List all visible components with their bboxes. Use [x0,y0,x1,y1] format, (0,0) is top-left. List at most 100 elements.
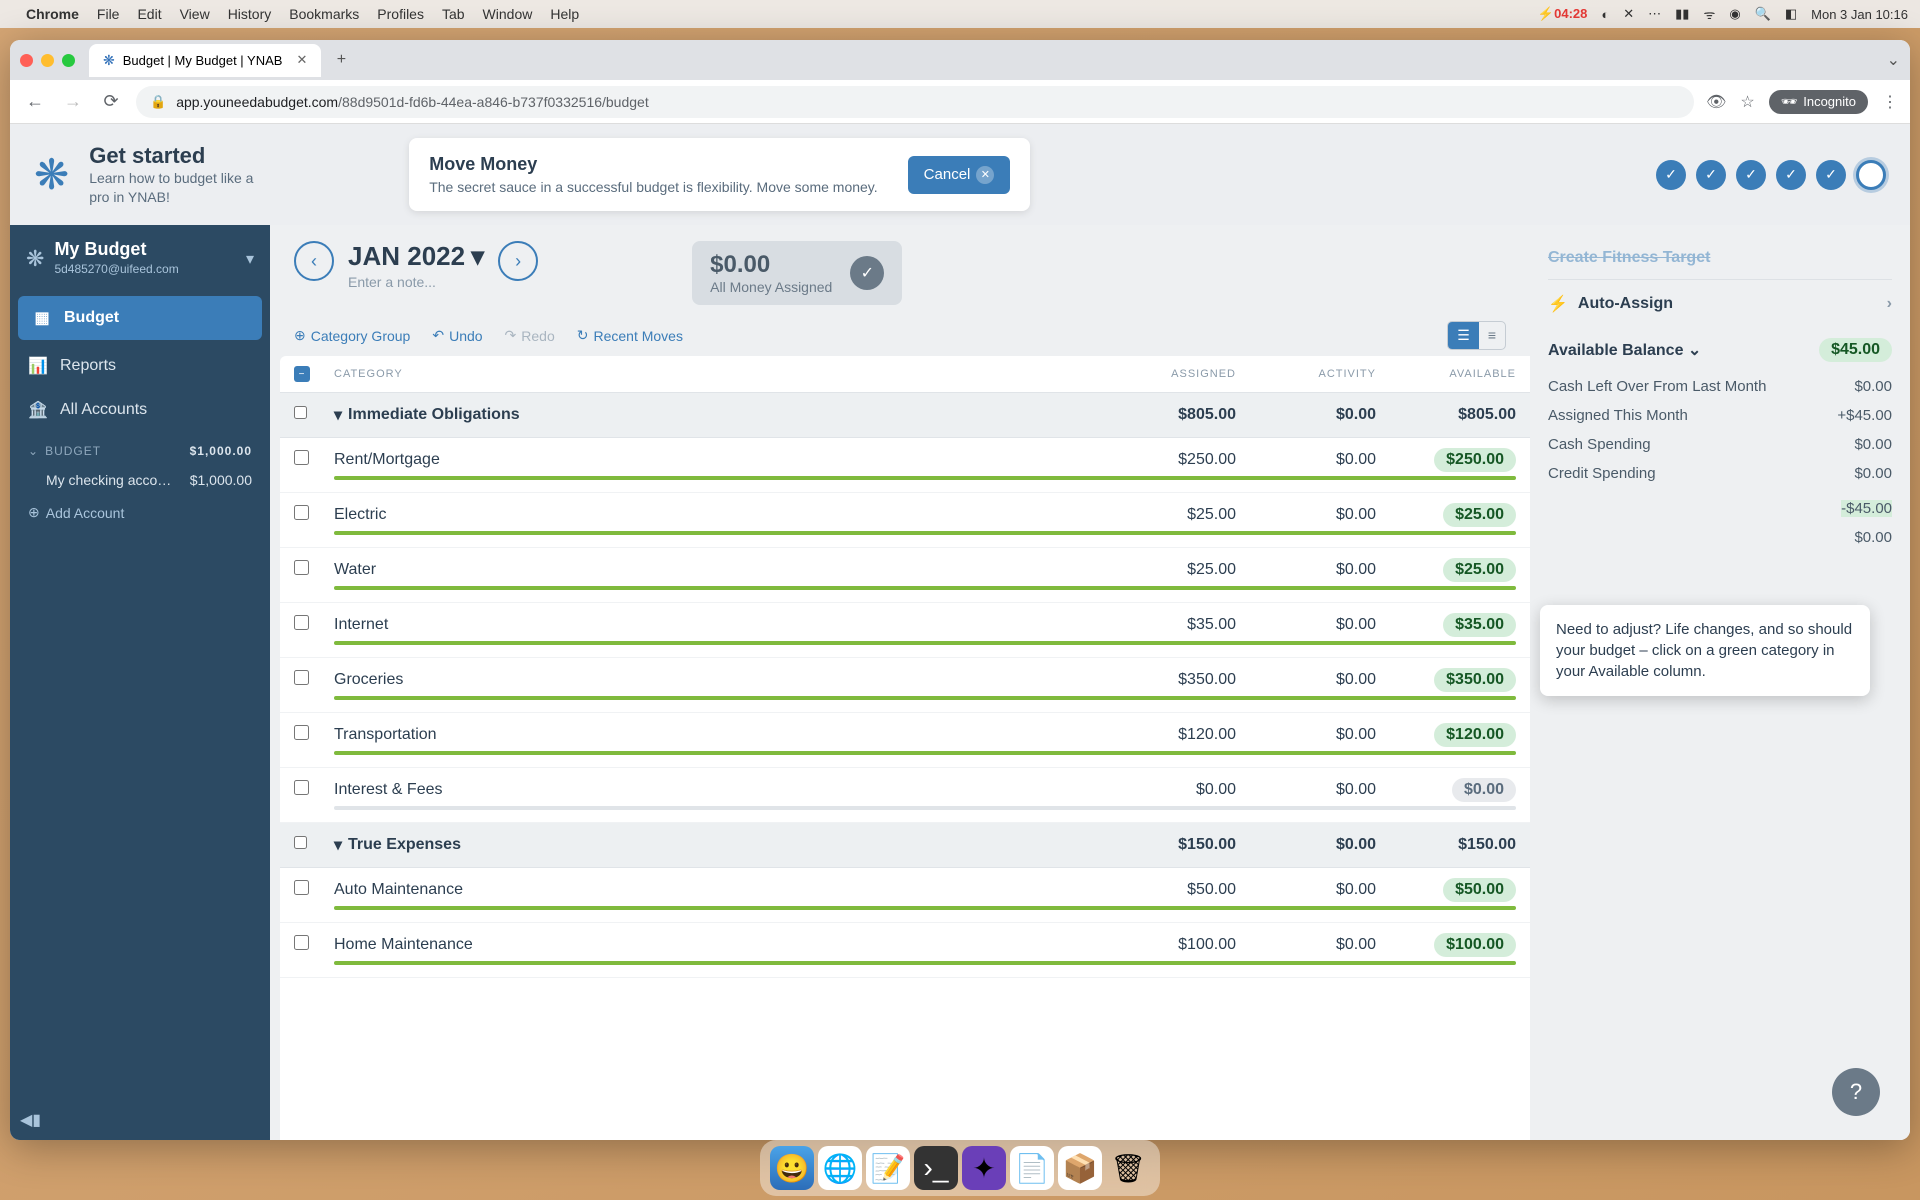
step-done-icon[interactable]: ✓ [1736,160,1766,190]
omnibox[interactable]: 🔒 app.youneedabudget.com/88d9501d-fd6b-4… [136,86,1694,118]
category-name[interactable]: Electric [334,506,1096,524]
category-name[interactable]: Auto Maintenance [334,881,1096,899]
category-row[interactable]: Internet $35.00 $0.00 $35.00 [280,603,1530,658]
category-row[interactable]: Home Maintenance $100.00 $0.00 $100.00 [280,923,1530,978]
category-checkbox[interactable] [294,560,309,575]
spotlight-icon[interactable]: 🔍 [1755,6,1771,22]
dock-terminal-icon[interactable]: ›_ [914,1146,958,1190]
maximize-window-button[interactable] [62,54,75,67]
category-checkbox[interactable] [294,450,309,465]
category-assigned[interactable]: $120.00 [1096,726,1236,744]
view-detailed-button[interactable]: ☰ [1448,322,1479,349]
menubar-app-name[interactable]: Chrome [26,6,79,22]
col-category[interactable]: CATEGORY [334,368,1096,380]
incognito-badge[interactable]: 🕶 Incognito [1769,90,1868,114]
menu-window[interactable]: Window [483,6,533,22]
step-done-icon[interactable]: ✓ [1656,160,1686,190]
category-assigned[interactable]: $50.00 [1096,881,1236,899]
col-activity[interactable]: ACTIVITY [1236,368,1376,380]
category-name[interactable]: Interest & Fees [334,781,1096,799]
budget-selector[interactable]: ❋ My Budget 5d485270@uifeed.com ▾ [10,225,270,292]
new-tab-button[interactable]: + [327,46,355,74]
minimize-window-button[interactable] [41,54,54,67]
category-assigned[interactable]: $100.00 [1096,936,1236,954]
view-compact-button[interactable]: ≡ [1479,322,1505,349]
category-assigned[interactable]: $25.00 [1096,561,1236,579]
eye-off-icon[interactable]: 👁 [1706,92,1726,112]
sidebar-account-row[interactable]: My checking acco… $1,000.00 [10,464,270,496]
back-button[interactable]: ← [22,91,48,112]
col-available[interactable]: AVAILABLE [1376,368,1516,380]
siri-icon[interactable]: ◧ [1785,6,1797,22]
control-center-icon[interactable]: ◉ [1729,6,1740,22]
category-name[interactable]: Groceries [334,671,1096,689]
tab-overflow-icon[interactable]: ⌄ [1887,50,1900,70]
category-assigned[interactable]: $250.00 [1096,451,1236,469]
menu-file[interactable]: File [97,6,120,22]
category-row[interactable]: Rent/Mortgage $250.00 $0.00 $250.00 [280,438,1530,493]
available-pill[interactable]: $25.00 [1443,558,1516,582]
col-assigned[interactable]: ASSIGNED [1096,368,1236,380]
dock-trash-icon[interactable]: 🗑 [1106,1146,1150,1190]
group-checkbox[interactable] [294,836,307,849]
select-all-checkbox[interactable]: − [294,366,310,382]
available-pill[interactable]: $0.00 [1452,778,1516,802]
category-checkbox[interactable] [294,935,309,950]
undo-button[interactable]: ↶Undo [432,327,482,344]
sidebar-item-accounts[interactable]: 🏦 All Accounts [10,388,270,432]
available-pill[interactable]: $350.00 [1434,668,1516,692]
menu-view[interactable]: View [180,6,210,22]
dock-notes-icon[interactable]: 📝 [866,1146,910,1190]
step-done-icon[interactable]: ✓ [1776,160,1806,190]
recording-indicator[interactable]: ⚡04:28 [1538,6,1587,22]
collapse-icon[interactable]: ▾ [334,835,342,855]
category-row[interactable]: Transportation $120.00 $0.00 $120.00 [280,713,1530,768]
category-checkbox[interactable] [294,615,309,630]
category-group-row[interactable]: ▾Immediate Obligations $805.00 $0.00 $80… [280,393,1530,438]
next-month-button[interactable]: › [498,241,538,281]
menu-tab[interactable]: Tab [442,6,465,22]
category-checkbox[interactable] [294,725,309,740]
status-icon[interactable]: ◐ [1601,7,1609,22]
available-pill[interactable]: $50.00 [1443,878,1516,902]
step-done-icon[interactable]: ✓ [1816,160,1846,190]
category-row[interactable]: Interest & Fees $0.00 $0.00 $0.00 [280,768,1530,823]
available-pill[interactable]: $100.00 [1434,933,1516,957]
menu-edit[interactable]: Edit [137,6,161,22]
category-checkbox[interactable] [294,670,309,685]
dock-app-icon[interactable]: 📄 [1010,1146,1054,1190]
help-button[interactable]: ? [1832,1068,1880,1116]
month-dropdown[interactable]: JAN 2022 ▾ [348,241,484,272]
status-icon[interactable]: ⋯ [1648,6,1661,22]
category-row[interactable]: Auto Maintenance $50.00 $0.00 $50.00 [280,868,1530,923]
category-assigned[interactable]: $0.00 [1096,781,1236,799]
chrome-menu-icon[interactable]: ⋮ [1882,92,1898,112]
step-done-icon[interactable]: ✓ [1696,160,1726,190]
step-current-icon[interactable] [1856,160,1886,190]
month-note-input[interactable]: Enter a note... [348,274,484,290]
collapse-sidebar-button[interactable]: ◀▮ [10,1100,270,1140]
category-row[interactable]: Electric $25.00 $0.00 $25.00 [280,493,1530,548]
reload-button[interactable]: ⟳ [98,91,124,112]
category-name[interactable]: Rent/Mortgage [334,451,1096,469]
dock-chrome-icon[interactable]: 🌐 [818,1146,862,1190]
category-assigned[interactable]: $350.00 [1096,671,1236,689]
lock-icon[interactable]: 🔒 [150,94,166,110]
category-name[interactable]: Internet [334,616,1096,634]
menubar-clock[interactable]: Mon 3 Jan 10:16 [1811,7,1908,22]
dock-app-icon[interactable]: 📦 [1058,1146,1102,1190]
wifi-icon[interactable]: ᯤ [1703,5,1715,23]
category-checkbox[interactable] [294,505,309,520]
close-tab-icon[interactable]: ✕ [296,52,307,68]
menu-help[interactable]: Help [550,6,579,22]
dock-finder-icon[interactable]: 😀 [770,1146,814,1190]
add-category-group-button[interactable]: ⊕Category Group [294,327,410,344]
sidebar-section-header[interactable]: ⌄ BUDGET $1,000.00 [10,432,270,464]
available-pill[interactable]: $120.00 [1434,723,1516,747]
menu-history[interactable]: History [228,6,272,22]
category-assigned[interactable]: $25.00 [1096,506,1236,524]
sidebar-item-reports[interactable]: 📊 Reports [10,344,270,388]
category-name[interactable]: Transportation [334,726,1096,744]
close-window-button[interactable] [20,54,33,67]
cancel-button[interactable]: Cancel ✕ [908,156,1011,194]
